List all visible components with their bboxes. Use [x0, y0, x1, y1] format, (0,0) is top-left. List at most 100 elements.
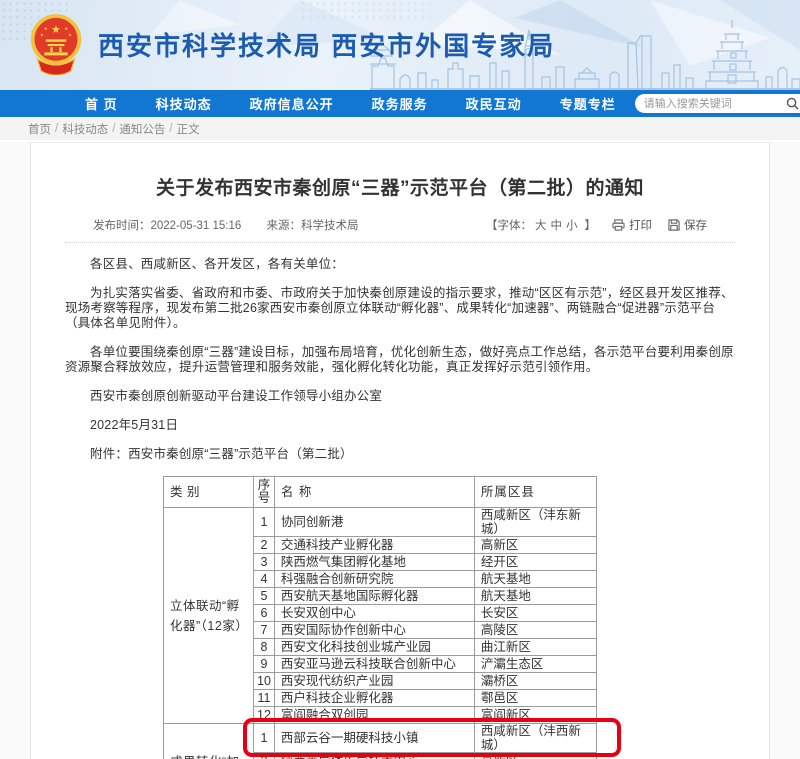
article-content: 各区县、西咸新区、各开发区，各有关单位： 为扎实落实省委、省政府和市委、市政府关于…	[65, 257, 735, 759]
article-paragraph-6: 附件：西安市秦创原“三器”示范平台（第二批）	[65, 447, 735, 462]
search-box[interactable]	[635, 94, 800, 113]
site-header: ★ ★ ★ ★ ★ 西安市科学技术局 西安市外国专家局	[0, 0, 800, 90]
cell-name: 西安国际协作创新中心	[274, 622, 474, 639]
font-size-1[interactable]: 大	[535, 220, 547, 232]
cell-district: 高新区	[474, 753, 596, 759]
breadcrumb-separator: /	[169, 123, 172, 135]
font-suffix: 】	[585, 217, 597, 233]
col-header-category: 类 别	[164, 477, 254, 508]
save-icon	[668, 219, 680, 231]
main-nav: 首 页科技动态政府信息公开政务服务政民互动专题专栏	[0, 90, 800, 117]
article-paragraph-1: 各区县、西咸新区、各开发区，各有关单位：	[65, 257, 735, 272]
breadcrumb-separator: /	[55, 123, 58, 135]
cell-name: 西部云谷一期硬科技小镇	[274, 724, 474, 753]
search-icon[interactable]	[786, 97, 799, 110]
cell-serial: 3	[254, 554, 275, 571]
article-paragraph-5: 2022年5月31日	[65, 418, 735, 433]
cell-serial: 7	[254, 622, 275, 639]
nav-items: 首 页科技动态政府信息公开政务服务政民互动专题专栏	[66, 94, 635, 113]
cell-serial: 5	[254, 588, 275, 605]
article-source: 来源：科学技术局	[267, 220, 359, 232]
print-button[interactable]: 打印	[612, 217, 652, 233]
cell-serial: 8	[254, 639, 275, 656]
cell-name: 西户科技企业孵化器	[274, 690, 474, 707]
cell-district: 高新区	[474, 537, 596, 554]
cell-serial: 2	[254, 537, 275, 554]
cell-district: 长安区	[474, 605, 596, 622]
publish-time: 发布时间：2022-05-31 15:16	[93, 220, 241, 232]
cell-name: 西安文化科技创业城产业园	[274, 639, 474, 656]
font-size-2[interactable]: 中	[551, 220, 563, 232]
table-row: 立体联动“孵化器”（12家）1协同创新港西咸新区（沣东新城）	[164, 508, 597, 537]
print-icon	[612, 219, 625, 231]
search-input[interactable]	[644, 98, 786, 110]
article-meta: 发布时间：2022-05-31 15:16 来源：科学技术局 【字体： 大中小 …	[93, 217, 707, 233]
page-body: 关于发布西安市秦创原“三器”示范平台（第二批）的通知 发布时间：2022-05-…	[0, 142, 800, 759]
nav-item-2[interactable]: 科技动态	[137, 94, 231, 113]
cell-district: 航天基地	[474, 588, 596, 605]
cell-district: 高陵区	[474, 622, 596, 639]
site-title: 西安市科学技术局 西安市外国专家局	[98, 26, 555, 63]
nav-item-4[interactable]: 政务服务	[353, 94, 447, 113]
col-header-serial: 序号	[254, 477, 275, 508]
cell-serial: 1	[254, 724, 275, 753]
attachment-table-wrap: 类 别序号名 称所属区县 立体联动“孵化器”（12家）1协同创新港西咸新区（沣东…	[163, 476, 597, 759]
cell-district: 西咸新区（沣东新城）	[474, 508, 596, 537]
article-paragraph-3: 各单位要围绕秦创原“三器”建设目标，加强布局培育，优化创新生态，做好亮点工作总结…	[65, 345, 735, 375]
breadcrumb-item-1[interactable]: 首页	[28, 121, 51, 137]
cell-name: 西安亚马逊云科技联合创新中心	[274, 656, 474, 673]
breadcrumb-item-4: 正文	[177, 121, 200, 137]
nav-item-1[interactable]: 首 页	[66, 94, 137, 113]
cell-district: 曲江新区	[474, 639, 596, 656]
cell-district: 浐灞生态区	[474, 656, 596, 673]
cell-name: 陕西半导体先导技术中心	[274, 753, 474, 759]
cell-name: 西安航天基地国际孵化器	[274, 588, 474, 605]
cell-serial: 6	[254, 605, 275, 622]
article-paragraph-2: 为扎实落实省委、省政府和市委、市政府关于加快秦创原建设的指示要求，推动“区区有示…	[65, 286, 735, 331]
col-header-name: 名 称	[274, 477, 474, 508]
breadcrumb-separator: /	[112, 123, 115, 135]
font-size-3[interactable]: 小	[566, 220, 578, 232]
cell-name: 长安双创中心	[274, 605, 474, 622]
cell-name: 交通科技产业孵化器	[274, 537, 474, 554]
national-emblem-logo: ★ ★ ★ ★ ★	[28, 13, 84, 75]
cell-district: 西咸新区（沣西新城）	[474, 724, 596, 753]
col-header-district: 所属区县	[474, 477, 596, 508]
cell-serial: 10	[254, 673, 275, 690]
save-button[interactable]: 保存	[668, 217, 707, 233]
cell-serial: 4	[254, 571, 275, 588]
cell-name: 科强融合创新研究院	[274, 571, 474, 588]
cell-name: 富阎融合双创园	[274, 707, 474, 724]
meta-left: 发布时间：2022-05-31 15:16 来源：科学技术局	[93, 217, 381, 233]
cell-serial: 2	[254, 753, 275, 759]
breadcrumb-item-2[interactable]: 科技动态	[62, 121, 108, 137]
article-card: 关于发布西安市秦创原“三器”示范平台（第二批）的通知 发布时间：2022-05-…	[30, 142, 770, 759]
svg-text:★: ★	[51, 24, 61, 36]
nav-item-3[interactable]: 政府信息公开	[231, 94, 353, 113]
cell-district: 鄠邑区	[474, 690, 596, 707]
cell-serial: 1	[254, 508, 275, 537]
cell-district: 富阎新区	[474, 707, 596, 724]
cell-name: 西安现代纺织产业园	[274, 673, 474, 690]
cell-name: 陕西燃气集团孵化基地	[274, 554, 474, 571]
cell-serial: 9	[254, 656, 275, 673]
cell-serial: 12	[254, 707, 275, 724]
breadcrumb-item-3[interactable]: 通知公告	[119, 121, 165, 137]
attachment-table: 类 别序号名 称所属区县 立体联动“孵化器”（12家）1协同创新港西咸新区（沣东…	[163, 476, 597, 759]
article-paragraphs: 各区县、西咸新区、各开发区，各有关单位： 为扎实落实省委、省政府和市委、市政府关于…	[65, 257, 735, 462]
category-cell: 立体联动“孵化器”（12家）	[164, 508, 254, 724]
cell-district: 经开区	[474, 554, 596, 571]
cell-district: 航天基地	[474, 571, 596, 588]
cell-name: 协同创新港	[274, 508, 474, 537]
cell-serial: 11	[254, 690, 275, 707]
table-row: 成果转化“加速器”（8家）1西部云谷一期硬科技小镇西咸新区（沣西新城）	[164, 724, 597, 753]
nav-item-5[interactable]: 政民互动	[447, 94, 541, 113]
divider	[65, 242, 735, 243]
font-size-control: 【字体： 大中小 】	[486, 217, 596, 233]
breadcrumb: 首页 / 科技动态 / 通知公告 / 正文	[0, 117, 800, 140]
font-prefix: 【字体：	[486, 217, 532, 233]
font-size-options: 大中小	[535, 217, 582, 233]
nav-item-6[interactable]: 专题专栏	[541, 94, 635, 113]
article-title: 关于发布西安市秦创原“三器”示范平台（第二批）的通知	[73, 173, 727, 200]
article-paragraph-4: 西安市秦创原创新驱动平台建设工作领导小组办公室	[65, 389, 735, 404]
